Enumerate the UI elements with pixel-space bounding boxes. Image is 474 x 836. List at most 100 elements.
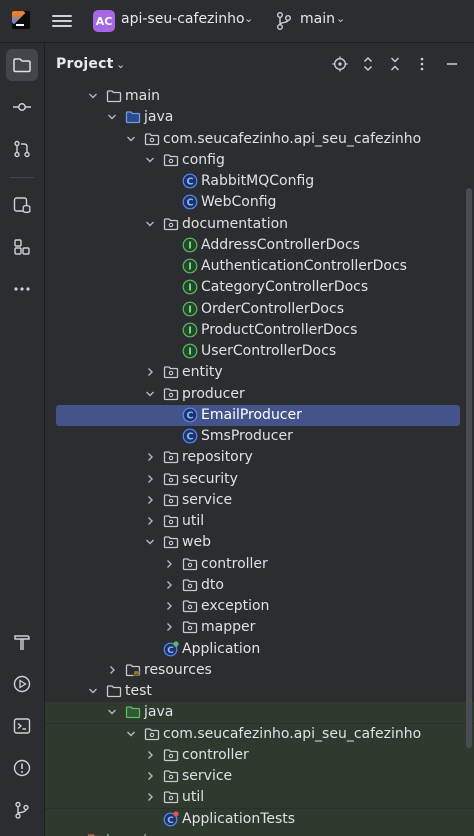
- tree-node[interactable]: entity: [45, 362, 465, 383]
- structure-icon[interactable]: [6, 231, 38, 263]
- chevron-down-icon[interactable]: ⌄: [116, 58, 125, 71]
- folder-icon[interactable]: [6, 49, 38, 81]
- chevron-down-icon[interactable]: [87, 683, 99, 699]
- chevron-right-icon[interactable]: [144, 364, 156, 380]
- pull-request-icon[interactable]: [6, 133, 38, 165]
- expand-icon[interactable]: [358, 54, 378, 74]
- hammer-icon[interactable]: [6, 626, 38, 658]
- tree-node[interactable]: config: [45, 150, 465, 171]
- project-name[interactable]: api-seu-cafezinho: [121, 11, 245, 27]
- tree-node[interactable]: C SmsProducer: [45, 426, 465, 447]
- panel-title[interactable]: Project: [56, 56, 113, 72]
- tree-node[interactable]: service: [45, 766, 474, 787]
- tree-node[interactable]: target: [45, 829, 474, 836]
- tree-node-label: CategoryControllerDocs: [201, 279, 369, 296]
- tree-node[interactable]: C EmailProducer: [45, 404, 465, 426]
- chevron-down-icon[interactable]: [125, 131, 137, 147]
- tree-node[interactable]: I OrderControllerDocs: [45, 299, 465, 320]
- tree-node[interactable]: service: [45, 490, 465, 511]
- tree-node[interactable]: I AuthenticationControllerDocs: [45, 256, 465, 277]
- tree-node[interactable]: documentation: [45, 214, 465, 235]
- chevron-down-icon[interactable]: [144, 216, 156, 232]
- branch-icon[interactable]: [276, 11, 292, 31]
- chevron-right-icon[interactable]: [106, 662, 118, 678]
- minimize-icon[interactable]: [442, 54, 462, 74]
- tree-node[interactable]: dto: [45, 575, 465, 596]
- chevron-down-icon[interactable]: ⌄: [244, 12, 253, 25]
- chevron-down-icon[interactable]: [144, 534, 156, 550]
- tree-node[interactable]: exception: [45, 596, 465, 617]
- more-vertical-icon[interactable]: [412, 54, 432, 74]
- tree-node[interactable]: I ProductControllerDocs: [45, 320, 465, 341]
- chevron-right-icon[interactable]: [144, 513, 156, 529]
- chevron-down-icon[interactable]: [106, 704, 118, 720]
- collapse-icon[interactable]: [385, 54, 405, 74]
- ide-logo-icon[interactable]: [12, 11, 30, 29]
- tree-node[interactable]: util: [45, 787, 474, 809]
- tree-node[interactable]: I CategoryControllerDocs: [45, 277, 465, 298]
- package-icon: [163, 747, 179, 763]
- tree-node[interactable]: repository: [45, 447, 465, 468]
- tree-node-label: EmailProducer: [201, 406, 302, 423]
- commit-icon[interactable]: [6, 91, 38, 123]
- chevron-right-icon[interactable]: [144, 789, 156, 805]
- chevron-right-icon[interactable]: [68, 832, 80, 836]
- chevron-right-icon[interactable]: [163, 577, 175, 593]
- project-badge[interactable]: AC: [93, 10, 115, 32]
- tree-node[interactable]: com.seucafezinho.api_seu_cafezinho: [45, 723, 474, 745]
- tree-node[interactable]: web: [45, 532, 465, 553]
- svg-text:C: C: [187, 198, 194, 209]
- tree-node[interactable]: java: [45, 702, 474, 724]
- interface-icon: I: [182, 322, 198, 338]
- tree-node[interactable]: controller: [45, 744, 474, 766]
- main-menu-icon[interactable]: [52, 12, 72, 30]
- terminal-icon[interactable]: [6, 710, 38, 742]
- database-icon[interactable]: [6, 189, 38, 221]
- locate-icon[interactable]: [330, 54, 350, 74]
- chevron-right-icon[interactable]: [163, 556, 175, 572]
- tree-node[interactable]: security: [45, 469, 465, 490]
- tree-node[interactable]: mapper: [45, 617, 465, 638]
- tree-node-label: Application: [182, 640, 261, 657]
- chevron-down-icon[interactable]: [87, 88, 99, 104]
- run-icon[interactable]: [6, 668, 38, 700]
- tree-node[interactable]: com.seucafezinho.api_seu_cafezinho: [45, 129, 465, 150]
- svg-text:C: C: [187, 410, 194, 421]
- panel-header: Project ⌄: [45, 43, 474, 85]
- chevron-down-icon[interactable]: [144, 386, 156, 402]
- tree-node[interactable]: C WebConfig: [45, 192, 465, 213]
- problems-icon[interactable]: [6, 752, 38, 784]
- scrollbar[interactable]: [466, 188, 472, 748]
- tree-node[interactable]: C Application: [45, 639, 465, 660]
- package-icon: [182, 598, 198, 614]
- tree-node[interactable]: resources: [45, 660, 465, 681]
- chevron-right-icon[interactable]: [144, 768, 156, 784]
- chevron-right-icon[interactable]: [144, 492, 156, 508]
- tree-node-label: com.seucafezinho.api_seu_cafezinho: [163, 725, 422, 742]
- more-icon[interactable]: [6, 273, 38, 305]
- chevron-right-icon[interactable]: [144, 449, 156, 465]
- branch-name[interactable]: main: [300, 11, 335, 27]
- chevron-down-icon[interactable]: ⌄: [336, 12, 345, 25]
- tree-node[interactable]: controller: [45, 554, 465, 575]
- tree-node[interactable]: producer: [45, 384, 465, 405]
- chevron-down-icon[interactable]: [144, 152, 156, 168]
- tree-node[interactable]: C RabbitMQConfig: [45, 171, 465, 192]
- chevron-down-icon[interactable]: [106, 109, 118, 125]
- tree-node[interactable]: util: [45, 511, 465, 532]
- tree-node[interactable]: C ApplicationTests: [45, 808, 474, 830]
- chevron-right-icon[interactable]: [144, 747, 156, 763]
- tree-node-label: web: [182, 534, 211, 551]
- package-icon: [163, 534, 179, 550]
- tree-node[interactable]: main: [45, 87, 465, 107]
- chevron-right-icon[interactable]: [163, 619, 175, 635]
- tree-node[interactable]: I AddressControllerDocs: [45, 235, 465, 256]
- chevron-down-icon[interactable]: [125, 726, 137, 742]
- tree-node-label: service: [182, 491, 233, 508]
- git-icon[interactable]: [6, 794, 38, 826]
- chevron-right-icon[interactable]: [163, 598, 175, 614]
- tree-node[interactable]: I UserControllerDocs: [45, 341, 465, 362]
- chevron-right-icon[interactable]: [144, 471, 156, 487]
- tree-node[interactable]: java: [45, 107, 465, 128]
- tree-node[interactable]: test: [45, 681, 465, 702]
